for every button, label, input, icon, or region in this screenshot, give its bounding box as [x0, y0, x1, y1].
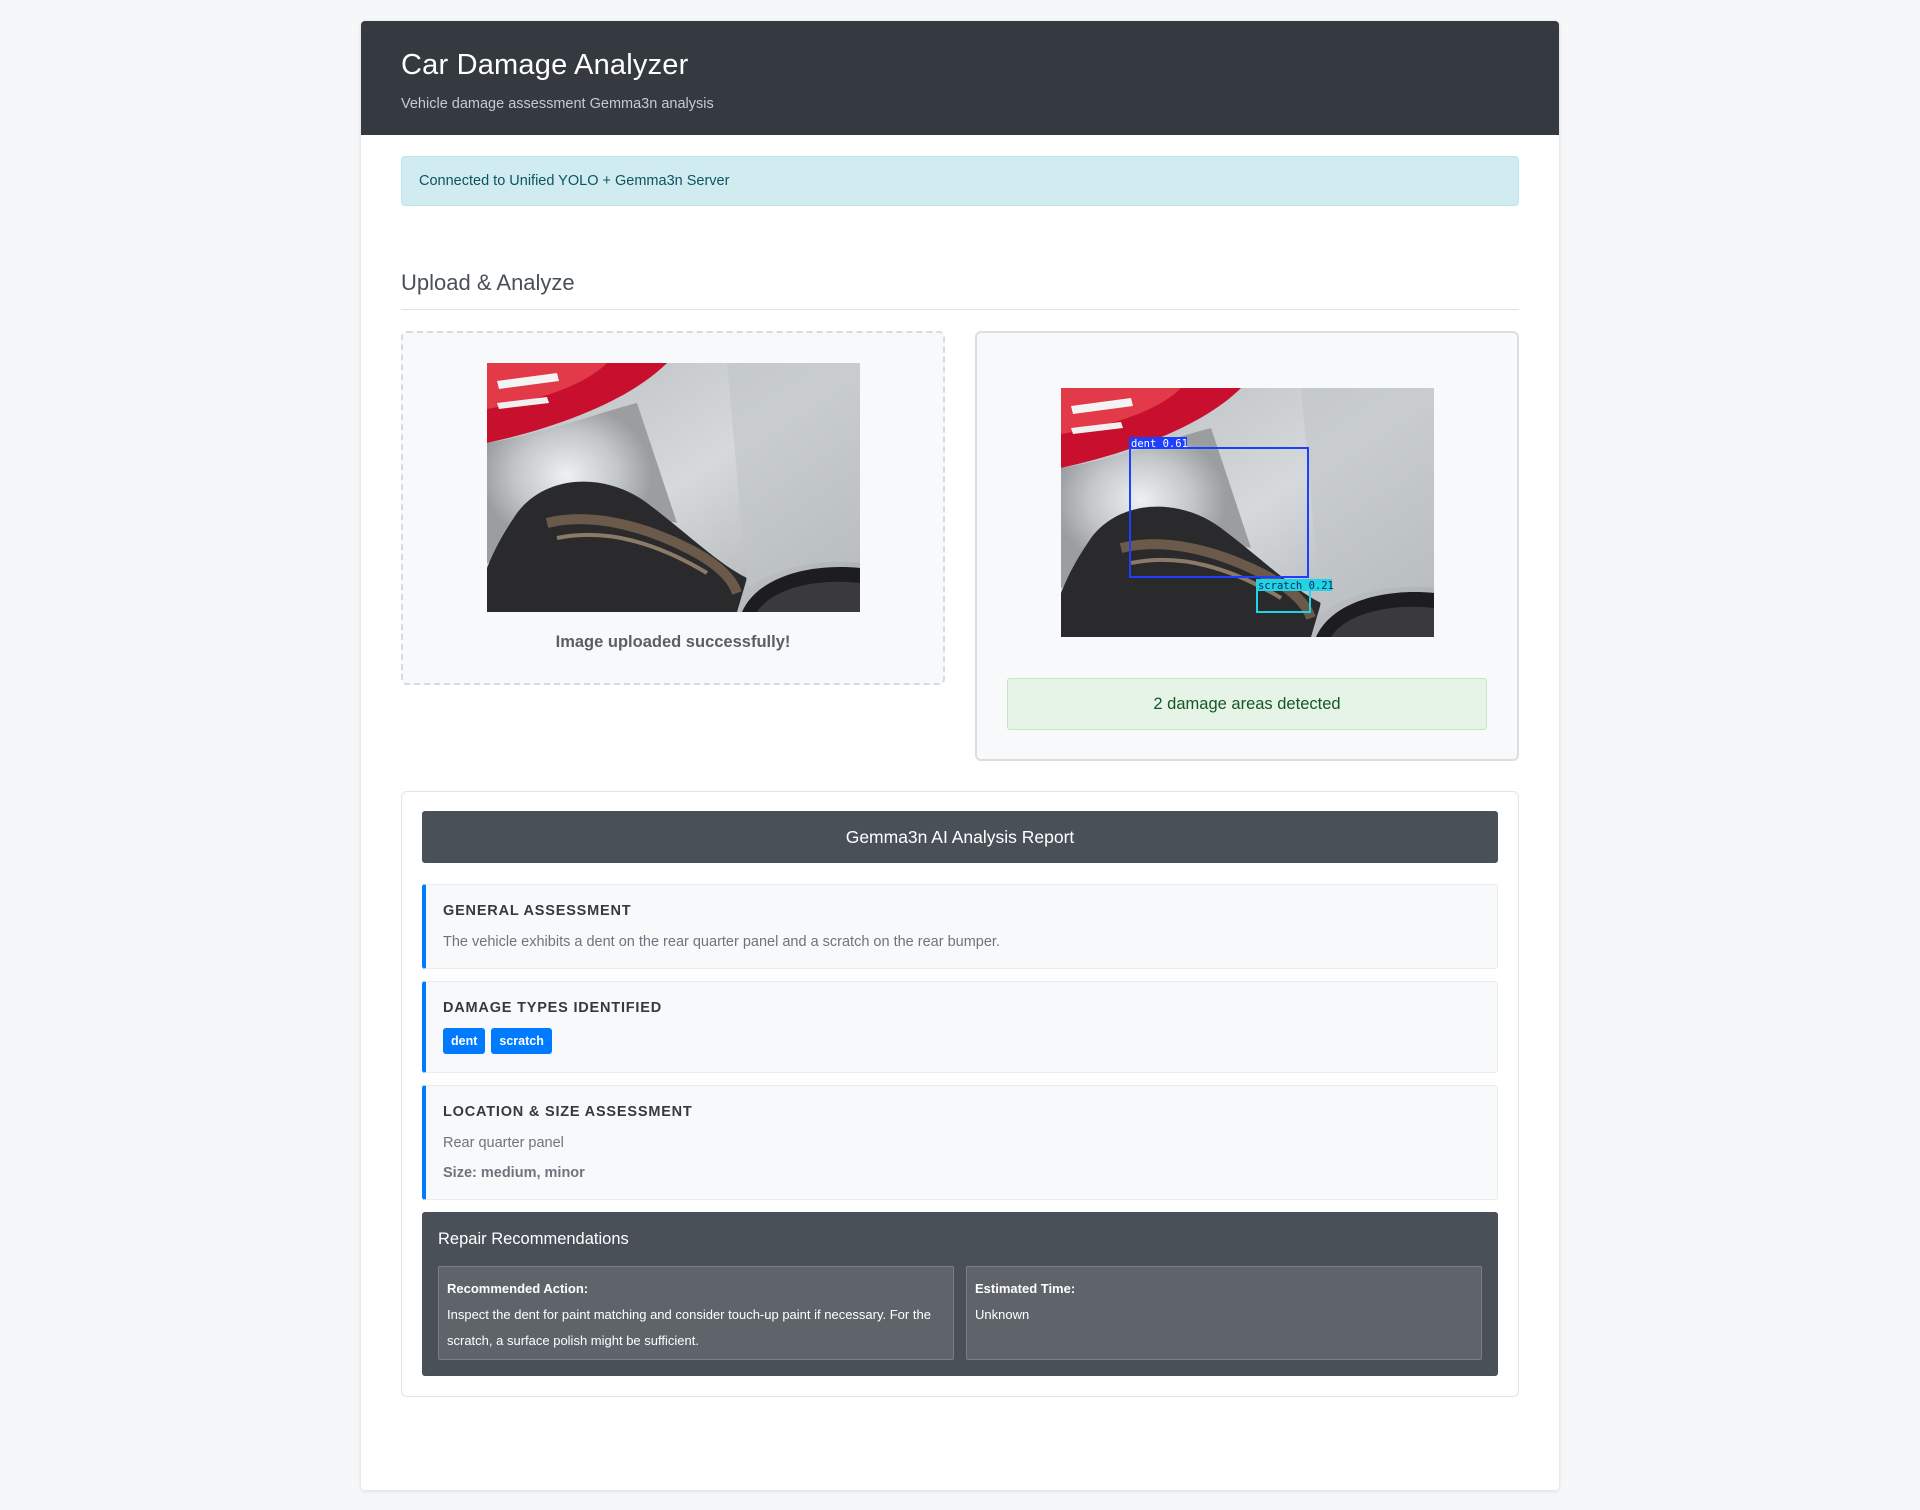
recommended-action-label: Recommended Action: — [447, 1281, 589, 1296]
app-title: Car Damage Analyzer — [401, 49, 689, 81]
server-status-text: Connected to Unified YOLO + Gemma3n Serv… — [419, 173, 730, 189]
repair-grid: Recommended Action: Inspect the dent for… — [438, 1266, 1482, 1360]
recommended-action-card: Recommended Action: Inspect the dent for… — [438, 1266, 954, 1360]
scratch-detection-label: scratch 0.21 — [1258, 580, 1334, 592]
upload-section-title: Upload & Analyze — [401, 270, 1519, 310]
detection-result-panel: dent 0.61 scratch 0.21 2 damage areas de… — [975, 331, 1519, 761]
app-container: Car Damage Analyzer Vehicle damage asses… — [361, 21, 1559, 1490]
detection-count-message: 2 damage areas detected — [1007, 678, 1487, 730]
size-text: Size: medium, minor — [443, 1165, 585, 1181]
upload-dropzone[interactable]: Image uploaded successfully! — [401, 331, 945, 685]
general-assessment-section: GENERAL ASSESSMENT The vehicle exhibits … — [422, 884, 1498, 969]
general-assessment-text: The vehicle exhibits a dent on the rear … — [443, 934, 1000, 950]
damage-type-tags: dent scratch — [443, 1028, 1477, 1054]
upload-row: Image uploaded successfully! dent 0.61 s… — [401, 331, 1519, 761]
app-subtitle: Vehicle damage assessment Gemma3n analys… — [401, 96, 714, 112]
report-title: Gemma3n AI Analysis Report — [845, 826, 1075, 847]
location-size-heading: LOCATION & SIZE ASSESSMENT — [443, 1104, 693, 1120]
app-header: Car Damage Analyzer Vehicle damage asses… — [361, 21, 1559, 135]
repair-recommendations-section: Repair Recommendations Recommended Actio… — [422, 1212, 1498, 1376]
main-content: Connected to Unified YOLO + Gemma3n Serv… — [361, 135, 1559, 1397]
damage-tag-scratch: scratch — [491, 1028, 552, 1054]
estimated-time-card: Estimated Time: Unknown — [966, 1266, 1482, 1360]
upload-success-message: Image uploaded successfully! — [555, 633, 791, 651]
estimated-time-label: Estimated Time: — [975, 1281, 1076, 1296]
analysis-report: Gemma3n AI Analysis Report GENERAL ASSES… — [401, 791, 1519, 1397]
repair-heading: Repair Recommendations — [438, 1230, 629, 1248]
location-size-section: LOCATION & SIZE ASSESSMENT Rear quarter … — [422, 1085, 1498, 1200]
damage-types-heading: DAMAGE TYPES IDENTIFIED — [443, 1000, 662, 1016]
damage-types-section: DAMAGE TYPES IDENTIFIED dent scratch — [422, 981, 1498, 1073]
report-header: Gemma3n AI Analysis Report — [422, 811, 1498, 863]
server-status-alert: Connected to Unified YOLO + Gemma3n Serv… — [401, 156, 1519, 206]
damage-tag-dent: dent — [443, 1028, 486, 1054]
general-assessment-heading: GENERAL ASSESSMENT — [443, 903, 632, 919]
uploaded-car-image — [486, 363, 860, 612]
dent-detection-label: dent 0.61 — [1131, 438, 1188, 450]
estimated-time-text: Unknown — [975, 1307, 1030, 1322]
location-text: Rear quarter panel — [443, 1135, 564, 1151]
recommended-action-text: Inspect the dent for paint matching and … — [447, 1307, 931, 1348]
annotated-car-image: dent 0.61 scratch 0.21 — [1060, 388, 1434, 637]
